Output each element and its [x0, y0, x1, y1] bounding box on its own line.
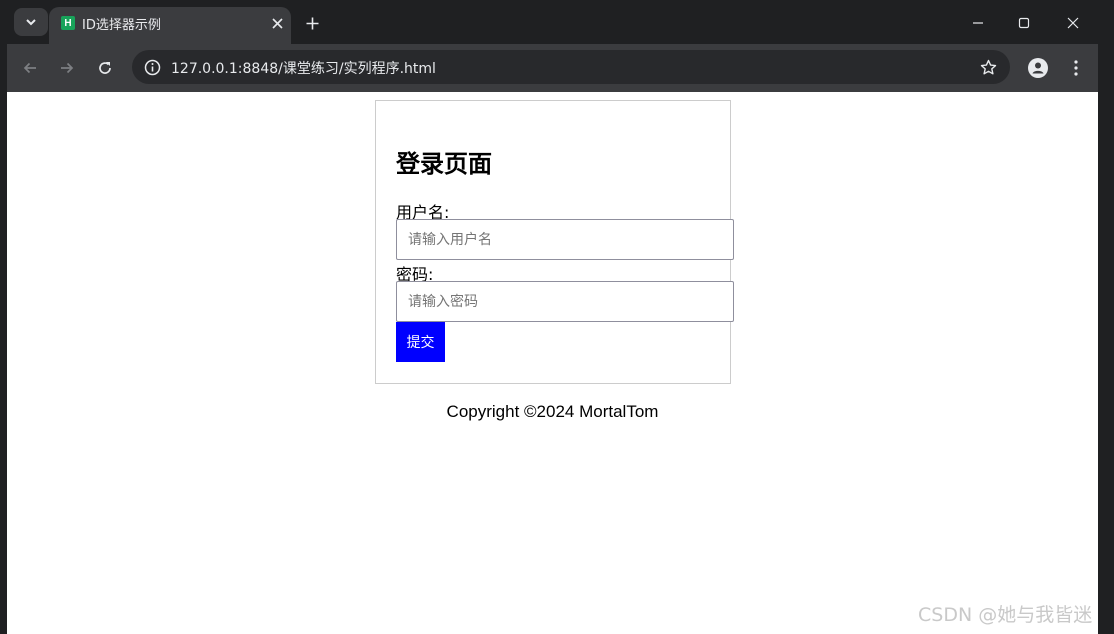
tab-strip: H ID选择器示例 [7, 0, 1098, 44]
bookmark-button[interactable] [976, 55, 1000, 79]
copyright-text: Copyright ©2024 MortalTom [446, 402, 659, 421]
minimize-button[interactable] [965, 10, 991, 36]
back-button[interactable] [16, 54, 44, 82]
maximize-button[interactable] [1011, 10, 1037, 36]
reload-button[interactable] [91, 54, 119, 82]
tab-active[interactable]: H ID选择器示例 [49, 7, 291, 44]
username-input[interactable] [396, 219, 734, 260]
forward-arrow-icon [61, 62, 74, 74]
window-close-button[interactable] [1060, 10, 1086, 36]
address-bar[interactable]: 127.0.0.1:8848/课堂练习/实列程序.html [132, 50, 1010, 84]
profile-icon [1028, 58, 1048, 78]
site-info-button[interactable] [140, 55, 164, 79]
new-tab-button[interactable] [299, 10, 325, 36]
forward-button[interactable] [53, 54, 81, 82]
close-icon [271, 17, 283, 29]
kebab-menu-icon [1074, 60, 1078, 76]
login-form: 登录页面 用户名: 密码: 提交 [375, 100, 734, 384]
profile-button[interactable] [1024, 54, 1052, 82]
browser-menu-button[interactable] [1062, 54, 1090, 82]
tab-title: ID选择器示例 [82, 18, 161, 33]
plus-icon [306, 17, 318, 29]
password-input[interactable] [396, 281, 734, 322]
star-icon [980, 59, 996, 74]
maximize-icon [1018, 17, 1030, 29]
submit-button[interactable]: 提交 [396, 322, 445, 362]
page-title: 登录页面 [396, 150, 492, 178]
window-close-icon [1067, 17, 1079, 29]
back-arrow-icon [23, 62, 36, 74]
page-viewport: 登录页面 用户名: 密码: 提交 Copyright ©2024 MortalT… [7, 92, 1098, 634]
minimize-icon [973, 22, 983, 24]
watermark: CSDN @她与我皆迷 [918, 604, 1093, 626]
tab-close-button[interactable] [267, 13, 287, 33]
browser-toolbar: 127.0.0.1:8848/课堂练习/实列程序.html [7, 44, 1098, 92]
browser-window: H ID选择器示例 127.0.0.1:8848/课堂练习/实列程序.html … [7, 0, 1098, 634]
favicon: H [61, 16, 75, 30]
url-text[interactable]: 127.0.0.1:8848/课堂练习/实列程序.html [171, 58, 436, 78]
info-icon [144, 59, 160, 75]
tab-search-button[interactable] [14, 8, 48, 36]
tab-search-icon [26, 19, 36, 26]
reload-icon [99, 62, 111, 74]
